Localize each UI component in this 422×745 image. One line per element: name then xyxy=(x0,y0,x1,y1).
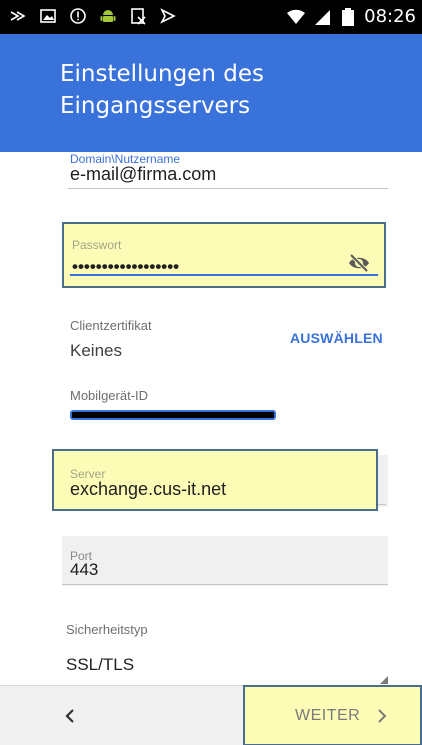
signal-icon xyxy=(312,7,332,27)
app-header: Einstellungen des Eingangsservers xyxy=(0,34,422,152)
security-type-select[interactable]: SSL/TLS xyxy=(66,655,134,675)
device-id-redacted xyxy=(70,410,276,420)
page-title-line-2: Eingangsservers xyxy=(60,93,251,119)
cast-icon xyxy=(8,6,28,26)
back-chevron-icon[interactable] xyxy=(60,706,80,726)
server-field[interactable]: Server exchange.cus-it.net xyxy=(52,449,378,511)
port-field[interactable] xyxy=(62,536,388,586)
domain-username-value: e-mail@firma.com xyxy=(70,164,217,184)
status-bar: 08:26 xyxy=(0,0,422,34)
security-type-label: Sicherheitstyp xyxy=(66,622,148,637)
device-id-label: Mobilgerät-ID xyxy=(70,388,149,403)
server-value: exchange.cus-it.net xyxy=(70,479,227,499)
domain-username-field[interactable]: Domain\Nutzername e-mail@firma.com xyxy=(68,152,388,192)
select-certificate-button[interactable]: AUSWÄHLEN xyxy=(290,330,383,346)
wifi-icon xyxy=(286,7,306,27)
status-notifications xyxy=(8,6,178,26)
port-underline xyxy=(62,584,388,585)
status-system: 08:26 xyxy=(286,6,416,27)
page-title: Einstellungen des Eingangsservers xyxy=(60,58,400,122)
domain-username-underline xyxy=(68,188,388,189)
image-icon xyxy=(38,6,58,26)
incoming-server-form: Domain\Nutzername e-mail@firma.com Passw… xyxy=(0,152,422,686)
android-icon xyxy=(98,6,118,26)
client-certificate-value: Keines xyxy=(70,341,122,360)
email-setup-screen: 08:26 Einstellungen des Eingangsservers … xyxy=(0,0,422,745)
next-button-label: WEITER xyxy=(295,707,361,724)
chevron-right-icon xyxy=(373,707,391,725)
dropdown-caret-icon[interactable] xyxy=(380,676,388,684)
alert-circle-icon xyxy=(68,6,88,26)
password-label: Passwort xyxy=(72,238,122,252)
password-field[interactable]: Passwort •••••••••••••••••• xyxy=(62,222,386,288)
status-time: 08:26 xyxy=(364,6,416,27)
bottom-navigation-bar: WEITER xyxy=(0,685,422,745)
visibility-off-icon[interactable] xyxy=(348,252,370,274)
port-value: 443 xyxy=(70,560,99,579)
password-underline xyxy=(70,274,378,276)
client-certificate-label: Clientzertifikat xyxy=(70,318,152,333)
battery-icon xyxy=(338,7,358,27)
page-title-line-1: Einstellungen des xyxy=(60,61,264,87)
next-button[interactable]: WEITER xyxy=(243,685,422,745)
screenshot-icon xyxy=(128,6,148,26)
flag-icon xyxy=(158,6,178,26)
